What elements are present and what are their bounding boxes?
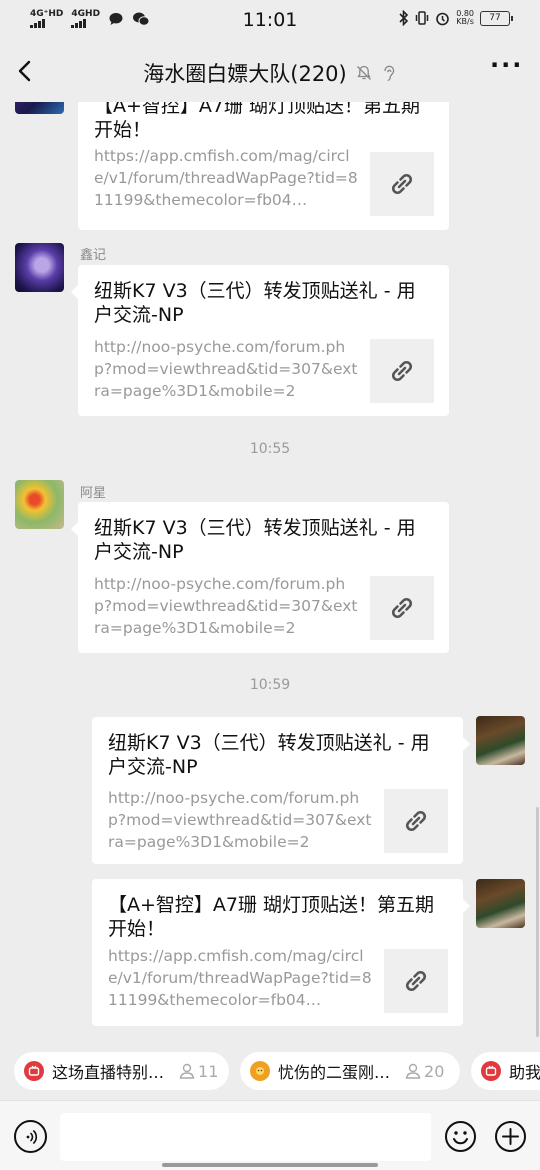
- viewer-count: 20: [404, 1062, 444, 1081]
- link-description: http://noo-psyche.com/forum.php?mod=view…: [108, 789, 372, 851]
- link-title: 【A+智控】A7珊 瑚灯顶贴送！第五期开始！: [108, 894, 435, 940]
- live-chip-bar: 这场直播特别… 11 忧伤的二蛋刚… 20 助我: [0, 1042, 540, 1100]
- link-card[interactable]: 纽斯K7 V3（三代）转发顶贴送礼 - 用户交流-NP http://noo-p…: [71, 502, 449, 653]
- link-title: 【A+智控】A7珊 瑚灯顶贴送！第五期开始！: [94, 102, 421, 141]
- viewer-count-value: 20: [424, 1061, 445, 1081]
- more-options-icon[interactable]: ···: [490, 53, 521, 82]
- live-chip[interactable]: 助我: [471, 1052, 540, 1090]
- avatar[interactable]: [15, 102, 64, 114]
- link-card[interactable]: 【A+智控】A7珊 瑚灯顶贴送！第五期开始！ https://app.cmfis…: [92, 879, 470, 1026]
- message-input[interactable]: [60, 1113, 431, 1161]
- chip-title: 忧伤的二蛋刚…: [278, 1063, 391, 1082]
- link-icon: [391, 597, 413, 619]
- link-description: http://noo-psyche.com/forum.php?mod=view…: [94, 575, 358, 637]
- live-chip[interactable]: 这场直播特别… 11: [14, 1052, 229, 1090]
- viewer-count-value: 11: [198, 1061, 219, 1081]
- input-bar: [0, 1100, 540, 1170]
- my-avatar[interactable]: [476, 716, 525, 765]
- timestamp: 10:55: [249, 441, 291, 457]
- chip-title: 这场直播特别…: [52, 1063, 165, 1082]
- status-right: 0.80 KB/s 77: [399, 10, 513, 26]
- battery-icon: 77: [480, 10, 513, 26]
- link-thumbnail: [384, 789, 448, 853]
- link-icon: [391, 360, 413, 382]
- chat-area[interactable]: 【A+智控】A7珊 瑚灯顶贴送！第五期开始！ https://app.cmfis…: [0, 102, 540, 1042]
- bubble-tail: [463, 737, 470, 751]
- live-chip[interactable]: 忧伤的二蛋刚… 20: [240, 1052, 460, 1090]
- timestamp: 10:59: [249, 677, 291, 693]
- link-description: http://noo-psyche.com/forum.php?mod=view…: [94, 338, 358, 400]
- ear-icon: [384, 65, 394, 81]
- link-card[interactable]: 纽斯K7 V3（三代）转发顶贴送礼 - 用户交流-NP http://noo-p…: [92, 717, 470, 864]
- speed-unit: KB/s: [456, 17, 474, 26]
- my-avatar[interactable]: [476, 879, 525, 928]
- person-icon: [179, 1063, 195, 1079]
- bluetooth-icon: [399, 10, 409, 26]
- status-bar: 4G⁺HD 4GHD 11:01 0.80 KB/s 77: [0, 0, 540, 40]
- sender-name: 鑫记: [80, 248, 107, 263]
- link-thumbnail: [370, 152, 434, 216]
- sender-name: 阿星: [80, 486, 107, 501]
- alarm-icon: [436, 12, 449, 25]
- link-card[interactable]: 纽斯K7 V3（三代）转发顶贴送礼 - 用户交流-NP http://noo-p…: [71, 265, 449, 416]
- link-thumbnail: [384, 949, 448, 1013]
- link-description: https://app.cmfish.com/mag/circle/v1/for…: [108, 947, 372, 1009]
- vibrate-icon: [415, 11, 429, 25]
- battery-level: 77: [489, 12, 501, 23]
- mute-bell-icon: [356, 65, 371, 80]
- link-icon: [405, 810, 427, 832]
- link-thumbnail: [370, 576, 434, 640]
- live-icon: [24, 1061, 44, 1081]
- link-title: 纽斯K7 V3（三代）转发顶贴送礼 - 用户交流-NP: [108, 732, 430, 778]
- avatar[interactable]: [15, 480, 64, 529]
- network-speed: 0.80 KB/s: [456, 10, 474, 26]
- emoji-icon[interactable]: [444, 1120, 477, 1153]
- live-icon: [481, 1061, 501, 1081]
- page-title: 海水圈白嫖大队(220): [143, 62, 347, 86]
- link-description: https://app.cmfish.com/mag/circle/v1/for…: [94, 147, 358, 209]
- home-indicator[interactable]: [162, 1163, 378, 1167]
- plus-icon[interactable]: [494, 1120, 527, 1153]
- link-icon: [405, 970, 427, 992]
- bubble-tail: [71, 285, 78, 299]
- voice-input-icon[interactable]: [14, 1120, 47, 1153]
- link-thumbnail: [370, 339, 434, 403]
- bubble-tail: [71, 522, 78, 536]
- live-avatar-icon: [250, 1061, 270, 1081]
- chat-header: 海水圈白嫖大队(220) ···: [0, 40, 540, 102]
- scrollbar[interactable]: [536, 807, 539, 1037]
- link-title: 纽斯K7 V3（三代）转发顶贴送礼 - 用户交流-NP: [94, 280, 416, 326]
- link-card[interactable]: 【A+智控】A7珊 瑚灯顶贴送！第五期开始！ https://app.cmfis…: [78, 102, 449, 230]
- viewer-count: 11: [178, 1062, 218, 1081]
- link-title: 纽斯K7 V3（三代）转发顶贴送礼 - 用户交流-NP: [94, 517, 416, 563]
- chip-title: 助我: [509, 1063, 540, 1082]
- bubble-tail: [463, 899, 470, 913]
- link-icon: [391, 173, 413, 195]
- title-group: 海水圈白嫖大队(220): [0, 58, 540, 88]
- avatar[interactable]: [15, 243, 64, 292]
- person-icon: [405, 1063, 421, 1079]
